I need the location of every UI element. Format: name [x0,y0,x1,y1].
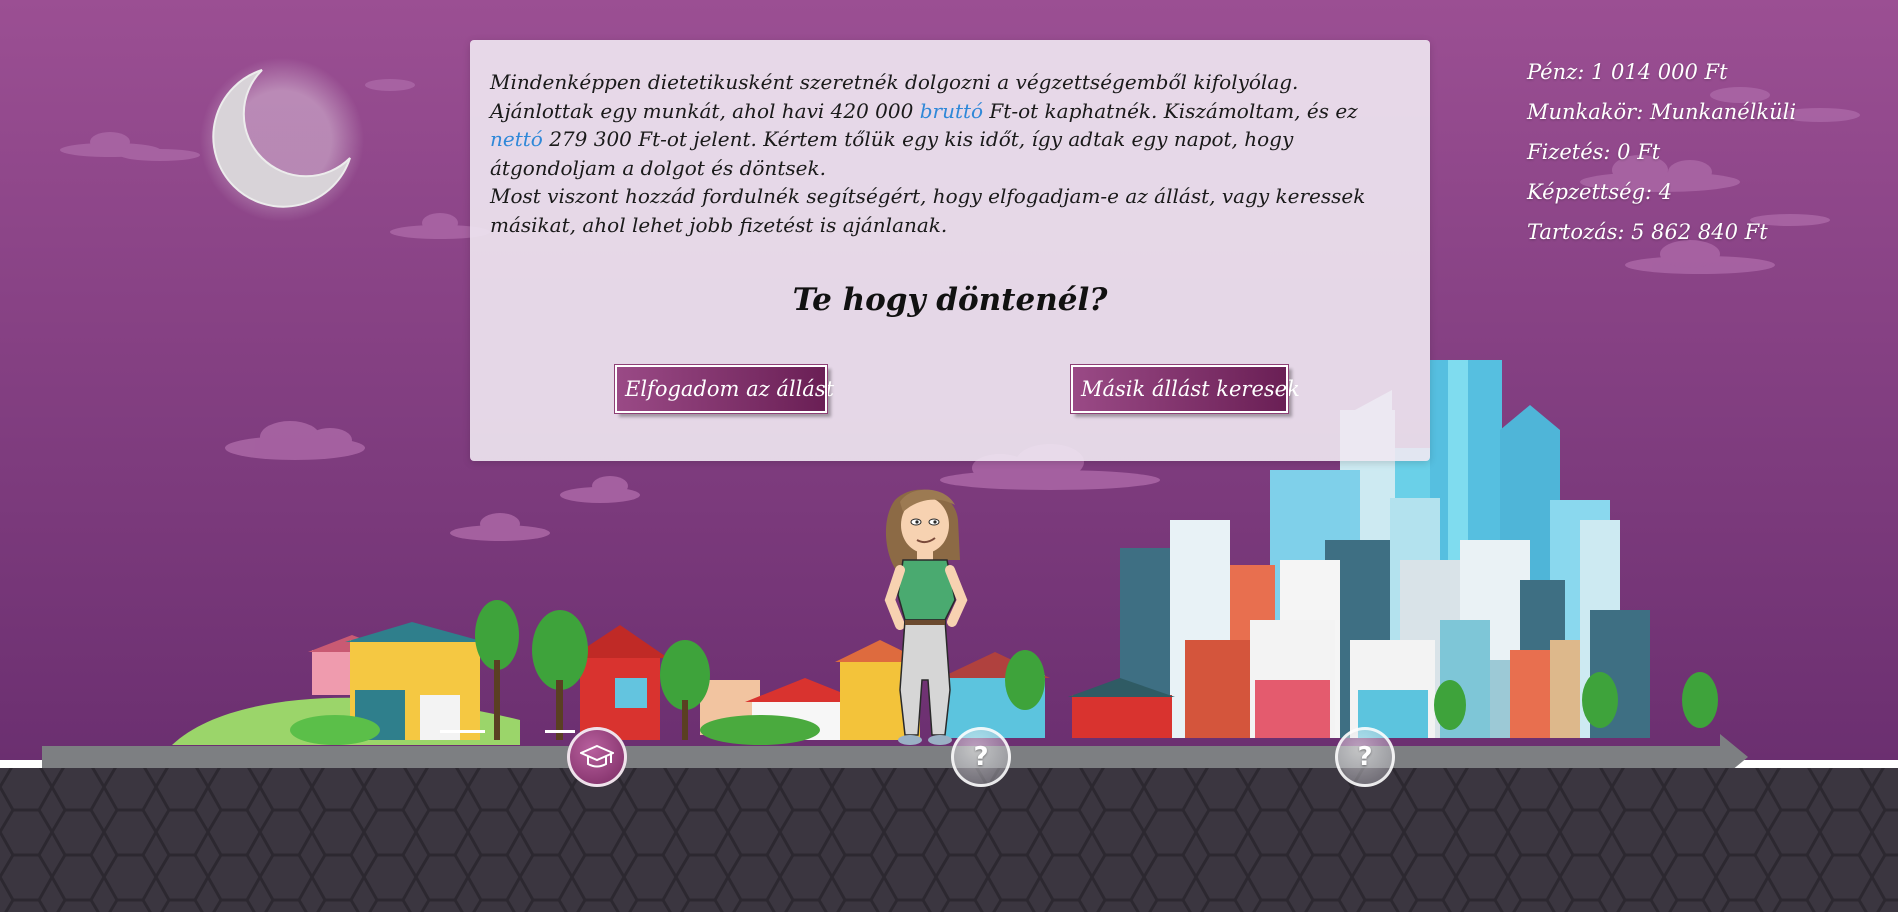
player-stats: Pénz: 1 014 000 Ft Munkakör: Munkanélkül… [1527,52,1796,252]
netto-term-link[interactable]: nettó [490,127,543,151]
story-text-segment: Ajánlottak egy munkát, ahol havi 420 000 [490,98,920,123]
job-stat: Munkakör: Munkanélküli [1527,100,1797,124]
story-line: nettó 279 300 Ft-ot jelent. Kértem tőlük… [490,125,1415,154]
timeline-node-unknown[interactable]: ? [1335,727,1395,787]
story-line: átgondoljam a dolgot és döntsek. [490,155,826,180]
timeline-node-unknown[interactable]: ? [951,727,1011,787]
accept-job-button[interactable]: Elfogadom az állást [614,364,834,414]
story-line: másikat, ahol lehet jobb fizetést is ajá… [490,212,948,237]
graduation-cap-icon [580,744,614,768]
question-mark-icon: ? [973,742,989,772]
story-line: Most viszont hozzád fordulnék segítségér… [490,184,1366,208]
story-line: Ajánlottak egy munkát, ahol havi 420 000… [490,97,1415,126]
story-text: Mindenképpen dietetikusként szeretnék do… [490,68,1415,239]
debt-stat: Tartozás: 5 862 840 Ft [1527,220,1768,244]
story-text-segment: Ft-ot kaphatnék. Kiszámoltam, és ez [983,98,1358,123]
education-stat: Képzettség: 4 [1527,180,1673,204]
story-dialog: Mindenképpen dietetikusként szeretnék do… [470,40,1430,461]
decision-question: Te hogy döntenél? [792,282,1108,318]
moon [200,58,364,222]
money-stat: Pénz: 1 014 000 Ft [1527,60,1728,84]
story-text-segment: 279 300 Ft-ot jelent. Kértem tőlük egy k… [542,127,1294,151]
salary-stat: Fizetés: 0 Ft [1527,140,1661,164]
find-other-job-button[interactable]: Másik állást keresek [1070,364,1300,414]
timeline-node-education[interactable] [567,727,627,787]
story-line: Mindenképpen dietetikusként szeretnék do… [490,70,1299,94]
brutto-term-link[interactable]: bruttó [920,99,983,123]
question-mark-icon: ? [1357,742,1373,772]
